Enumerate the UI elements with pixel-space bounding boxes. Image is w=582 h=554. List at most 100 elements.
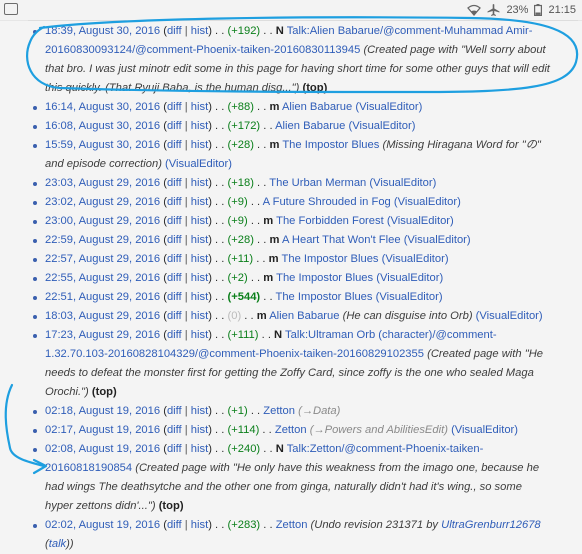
bullet (33, 125, 37, 129)
page-title-link[interactable]: A Future Shrouded in Fog (263, 196, 391, 208)
page-title-link[interactable]: The Urban Merman (269, 177, 366, 189)
separator: | (181, 405, 191, 417)
notification-icon (4, 3, 18, 15)
diff-link[interactable]: diff (167, 139, 182, 151)
timestamp-link[interactable]: 18:03, August 29, 2016 (45, 310, 160, 322)
page-title-link[interactable]: Alien Babarue (275, 120, 345, 132)
bullet (33, 106, 37, 110)
visualeditor-tag[interactable]: (VisualEditor) (349, 120, 416, 132)
hist-link[interactable]: hist (191, 120, 208, 132)
page-title-link[interactable]: The Forbidden Forest (276, 215, 384, 227)
timestamp-link[interactable]: 02:02, August 19, 2016 (45, 519, 160, 531)
timestamp-link[interactable]: 22:55, August 29, 2016 (45, 272, 160, 284)
contribution-row: 18:39, August 30, 2016 (diff | hist) . .… (0, 22, 582, 98)
page-title-link[interactable]: Alien Babarue (282, 101, 352, 113)
timestamp-link[interactable]: 16:14, August 30, 2016 (45, 101, 160, 113)
user-talk-link[interactable]: talk (49, 538, 66, 550)
visualeditor-tag[interactable]: (VisualEditor) (387, 215, 454, 227)
timestamp-link[interactable]: 22:57, August 29, 2016 (45, 253, 160, 265)
timestamp-link[interactable]: 18:39, August 30, 2016 (45, 25, 160, 37)
diff-link[interactable]: diff (167, 519, 182, 531)
contribution-row: 23:02, August 29, 2016 (diff | hist) . .… (0, 193, 582, 212)
bullet (33, 277, 37, 281)
battery-percent: 23% (506, 4, 529, 16)
hist-link[interactable]: hist (191, 25, 208, 37)
diff-link[interactable]: diff (167, 272, 182, 284)
diff-link[interactable]: diff (167, 120, 182, 132)
page-title-link[interactable]: A Heart That Won't Flee (282, 234, 401, 246)
visualeditor-tag[interactable]: (VisualEditor) (476, 310, 543, 322)
visualeditor-tag[interactable]: (VisualEditor) (376, 272, 443, 284)
diff-link[interactable]: diff (167, 310, 182, 322)
timestamp-link[interactable]: 22:59, August 29, 2016 (45, 234, 160, 246)
page-title-link[interactable]: The Impostor Blues (276, 291, 373, 303)
separator: | (181, 101, 191, 113)
hist-link[interactable]: hist (191, 253, 208, 265)
visualeditor-tag[interactable]: (VisualEditor) (451, 424, 518, 436)
page-title-link[interactable]: Alien Babarue (269, 310, 339, 322)
hist-link[interactable]: hist (191, 196, 208, 208)
page-title-link[interactable]: Zetton (275, 424, 307, 436)
diff-link[interactable]: diff (167, 215, 182, 227)
diff-link[interactable]: diff (167, 196, 182, 208)
hist-link[interactable]: hist (191, 405, 208, 417)
timestamp-link[interactable]: 02:08, August 19, 2016 (45, 443, 160, 455)
hist-link[interactable]: hist (191, 443, 208, 455)
contribution-row: 22:51, August 29, 2016 (diff | hist) . .… (0, 288, 582, 307)
diff-link[interactable]: diff (167, 424, 182, 436)
timestamp-link[interactable]: 15:59, August 30, 2016 (45, 139, 160, 151)
section-link[interactable]: (→Data) (298, 405, 340, 417)
page-title-link[interactable]: The Impostor Blues (276, 272, 373, 284)
summary-text: (Undo revision 231371 by (310, 519, 442, 531)
timestamp-link[interactable]: 16:08, August 30, 2016 (45, 120, 160, 132)
visualeditor-tag[interactable]: (VisualEditor) (369, 177, 436, 189)
diff-link[interactable]: diff (167, 253, 182, 265)
diff-link[interactable]: diff (167, 25, 182, 37)
timestamp-link[interactable]: 22:51, August 29, 2016 (45, 291, 160, 303)
hist-link[interactable]: hist (191, 234, 208, 246)
timestamp-link[interactable]: 02:17, August 19, 2016 (45, 424, 160, 436)
section-link[interactable]: (→Powers and AbilitiesEdit) (310, 424, 448, 436)
page-title-link[interactable]: Zetton (276, 519, 308, 531)
timestamp-link[interactable]: 23:03, August 29, 2016 (45, 177, 160, 189)
diff-link[interactable]: diff (167, 329, 182, 341)
diff-link[interactable]: diff (167, 234, 182, 246)
diff-link[interactable]: diff (167, 443, 182, 455)
bullet (33, 182, 37, 186)
visualeditor-tag[interactable]: (VisualEditor) (382, 253, 449, 265)
page-title-link[interactable]: Zetton (263, 405, 295, 417)
hist-link[interactable]: hist (191, 424, 208, 436)
timestamp-link[interactable]: 23:00, August 29, 2016 (45, 215, 160, 227)
hist-link[interactable]: hist (191, 291, 208, 303)
visualeditor-tag[interactable]: (VisualEditor) (394, 196, 461, 208)
contribution-row: 22:59, August 29, 2016 (diff | hist) . .… (0, 231, 582, 250)
separator: | (181, 291, 191, 303)
page-title-link[interactable]: The Impostor Blues (282, 139, 379, 151)
diff-link[interactable]: diff (167, 291, 182, 303)
timestamp-link[interactable]: 17:23, August 29, 2016 (45, 329, 160, 341)
diff-link[interactable]: diff (167, 177, 182, 189)
hist-link[interactable]: hist (191, 519, 208, 531)
timestamp-link[interactable]: 23:02, August 29, 2016 (45, 196, 160, 208)
hist-link[interactable]: hist (191, 272, 208, 284)
page-title-link[interactable]: The Impostor Blues (282, 253, 379, 265)
diff-link[interactable]: diff (167, 405, 182, 417)
visualeditor-tag[interactable]: (VisualEditor) (355, 101, 422, 113)
timestamp-link[interactable]: 02:18, August 19, 2016 (45, 405, 160, 417)
separator: | (181, 519, 191, 531)
bullet (33, 524, 37, 528)
hist-link[interactable]: hist (191, 177, 208, 189)
diff-link[interactable]: diff (167, 101, 182, 113)
visualeditor-tag[interactable]: (VisualEditor) (404, 234, 471, 246)
hist-link[interactable]: hist (191, 310, 208, 322)
size-delta: (+172) (227, 120, 261, 132)
bullet (33, 258, 37, 262)
hist-link[interactable]: hist (191, 215, 208, 227)
hist-link[interactable]: hist (191, 101, 208, 113)
hist-link[interactable]: hist (191, 139, 208, 151)
hist-link[interactable]: hist (191, 329, 208, 341)
user-link[interactable]: UltraGrenburr12678 (441, 519, 541, 531)
visualeditor-tag[interactable]: (VisualEditor) (165, 158, 232, 170)
visualeditor-tag[interactable]: (VisualEditor) (376, 291, 443, 303)
contributions-list: 18:39, August 30, 2016 (diff | hist) . .… (0, 22, 582, 554)
